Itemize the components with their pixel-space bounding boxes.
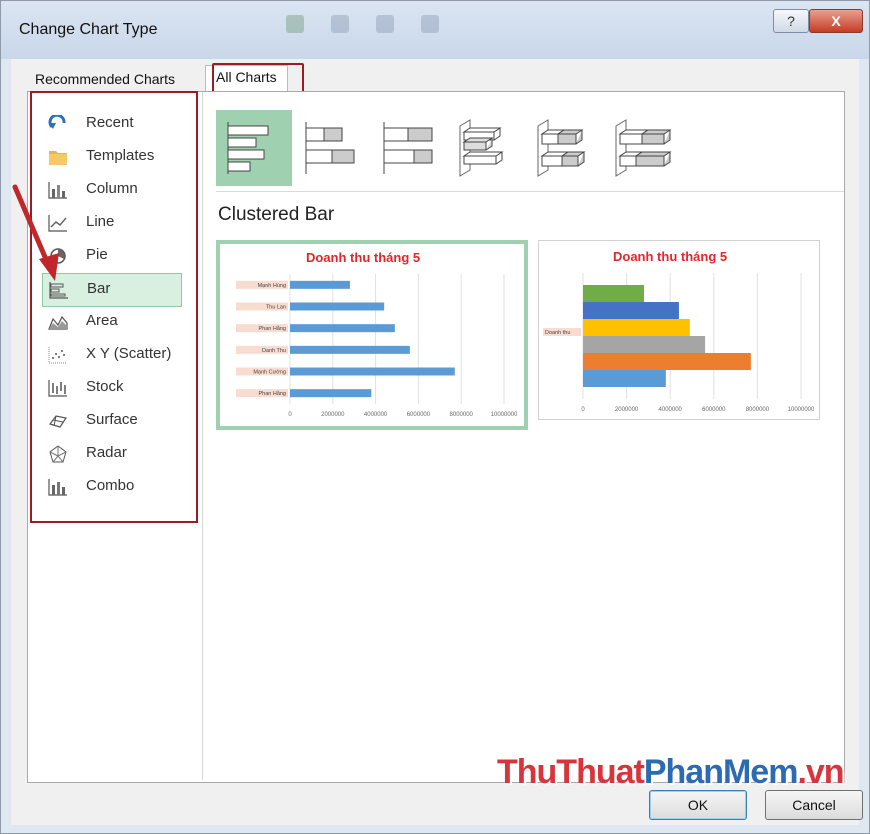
sidebar-item-label: Templates xyxy=(86,147,155,164)
category-label: Danh Thu xyxy=(262,348,286,354)
watermark: ThuThuatPhanMem.vn xyxy=(497,753,845,792)
watermark-part-3: .vn xyxy=(797,753,844,791)
cancel-button[interactable]: Cancel xyxy=(765,790,863,820)
surface-chart-icon xyxy=(49,415,67,428)
sidebar-item-recent[interactable]: Recent xyxy=(42,108,182,140)
dialog-title: Change Chart Type xyxy=(19,21,158,38)
3d-clustered-bar-icon xyxy=(459,119,504,177)
bar xyxy=(290,389,372,398)
watermark-part-2: PhanMem xyxy=(643,753,799,791)
category-label: Thu Lan xyxy=(266,305,286,311)
divider xyxy=(216,191,844,192)
bar xyxy=(290,324,395,333)
sidebar-item-combo[interactable]: Combo xyxy=(42,471,182,503)
sidebar-item-area[interactable]: Area xyxy=(42,306,182,338)
sidebar-item-stock[interactable]: Stock xyxy=(42,372,182,404)
x-tick-label: 4000000 xyxy=(364,412,388,418)
clustered-bar-icon xyxy=(227,122,269,174)
sidebar-item-label: Stock xyxy=(86,378,124,395)
sidebar-item-templates[interactable]: Templates xyxy=(42,141,182,173)
help-button[interactable]: ? xyxy=(773,9,809,33)
radar-chart-icon xyxy=(49,445,67,463)
selected-subtype-label: Clustered Bar xyxy=(218,204,335,225)
bar-chart: 0 2000000 4000000 6000000 8000000 10000000 Mạn… xyxy=(236,274,518,418)
bar xyxy=(290,367,455,376)
sidebar-item-label: X Y (Scatter) xyxy=(86,345,172,362)
category-label: Doanh thu xyxy=(545,330,570,336)
x-tick-label: 6000000 xyxy=(407,412,431,418)
3d-stacked-bar-icon xyxy=(537,119,586,177)
ok-button[interactable]: OK xyxy=(649,790,747,820)
category-label: Phan Hằng xyxy=(258,325,286,332)
x-tick-label: 8000000 xyxy=(450,412,474,418)
x-tick-label: 2000000 xyxy=(321,412,345,418)
3d-100-stacked-bar-icon xyxy=(615,119,672,177)
subtype-3d-100-stacked-bar[interactable] xyxy=(606,110,682,186)
combo-chart-icon xyxy=(48,479,67,496)
tab-recommended-charts[interactable]: Recommended Charts xyxy=(35,71,175,93)
bar xyxy=(583,370,666,387)
close-button[interactable]: X xyxy=(809,9,863,33)
bar xyxy=(583,336,706,353)
title-bar: Change Chart Type ? X xyxy=(1,1,869,59)
x-tick-label: 0 xyxy=(288,412,292,418)
category-label: Mạnh Hùng xyxy=(258,283,286,289)
sidebar-item-scatter[interactable]: X Y (Scatter) xyxy=(42,339,182,371)
subtype-clustered-bar[interactable] xyxy=(216,110,292,186)
annotation-arrow xyxy=(12,184,59,281)
folder-icon xyxy=(49,151,67,165)
bar xyxy=(583,302,679,319)
subtype-100-stacked-bar[interactable] xyxy=(372,110,448,186)
stacked-bar-icon xyxy=(305,122,355,174)
subtype-3d-stacked-bar[interactable] xyxy=(528,110,604,186)
background-ribbon xyxy=(161,7,661,45)
bar xyxy=(290,280,350,289)
x-tick-label: 10000000 xyxy=(788,407,815,413)
subtype-3d-clustered-bar[interactable] xyxy=(450,110,526,186)
bar xyxy=(583,353,751,370)
sidebar-item-label: Area xyxy=(86,312,118,329)
chart-options-panel: Clustered Bar Doanh thu tháng 5 0 2000000… xyxy=(202,92,844,780)
sidebar-item-surface[interactable]: Surface xyxy=(42,405,182,437)
change-chart-type-dialog: Change Chart Type ? X Recommended Charts… xyxy=(0,0,870,834)
x-tick-label: 10000000 xyxy=(491,412,518,418)
recent-icon xyxy=(48,115,66,129)
area-chart-icon xyxy=(48,315,68,330)
category-label: Mạnh Cường xyxy=(253,370,286,376)
bar xyxy=(583,319,690,336)
x-tick-label: 6000000 xyxy=(702,407,726,413)
sidebar-item-label: Bar xyxy=(87,280,111,297)
x-tick-label: 4000000 xyxy=(659,407,683,413)
sidebar-item-label: Combo xyxy=(86,477,135,494)
sidebar-item-label: Recent xyxy=(86,114,134,131)
bar xyxy=(583,285,645,302)
subtype-stacked-bar[interactable] xyxy=(294,110,370,186)
dialog-body: Recommended Charts All Charts Recent Tem… xyxy=(11,59,859,825)
sidebar-item-radar[interactable]: Radar xyxy=(42,438,182,470)
x-tick-label: 2000000 xyxy=(615,407,639,413)
bar-chart: 0 2000000 4000000 6000000 8000000 10000000 Doa… xyxy=(543,273,815,413)
bar xyxy=(290,302,385,311)
tab-content: Recent Templates Column Line Pie Bar Are… xyxy=(27,91,845,783)
100-stacked-bar-icon xyxy=(383,122,433,174)
scatter-chart-icon xyxy=(48,347,67,364)
sidebar-item-label: Surface xyxy=(86,411,138,428)
chart-preview-1[interactable]: Doanh thu tháng 5 0 2000000 4000000 6000000… xyxy=(216,240,528,430)
x-tick-label: 0 xyxy=(581,407,585,413)
sidebar-item-label: Radar xyxy=(86,444,127,461)
sidebar-item-label: Pie xyxy=(86,246,108,263)
chart-preview-2[interactable]: Doanh thu tháng 5 0 2000000 4000000 6000000… xyxy=(538,240,820,420)
watermark-part-1: ThuThuat xyxy=(497,753,645,791)
sidebar-item-label: Line xyxy=(86,213,115,230)
bar xyxy=(290,345,410,354)
sidebar-item-label: Column xyxy=(86,180,138,197)
category-label: Phan Hằng xyxy=(258,390,286,397)
x-tick-label: 8000000 xyxy=(746,407,770,413)
stock-chart-icon xyxy=(48,380,67,397)
